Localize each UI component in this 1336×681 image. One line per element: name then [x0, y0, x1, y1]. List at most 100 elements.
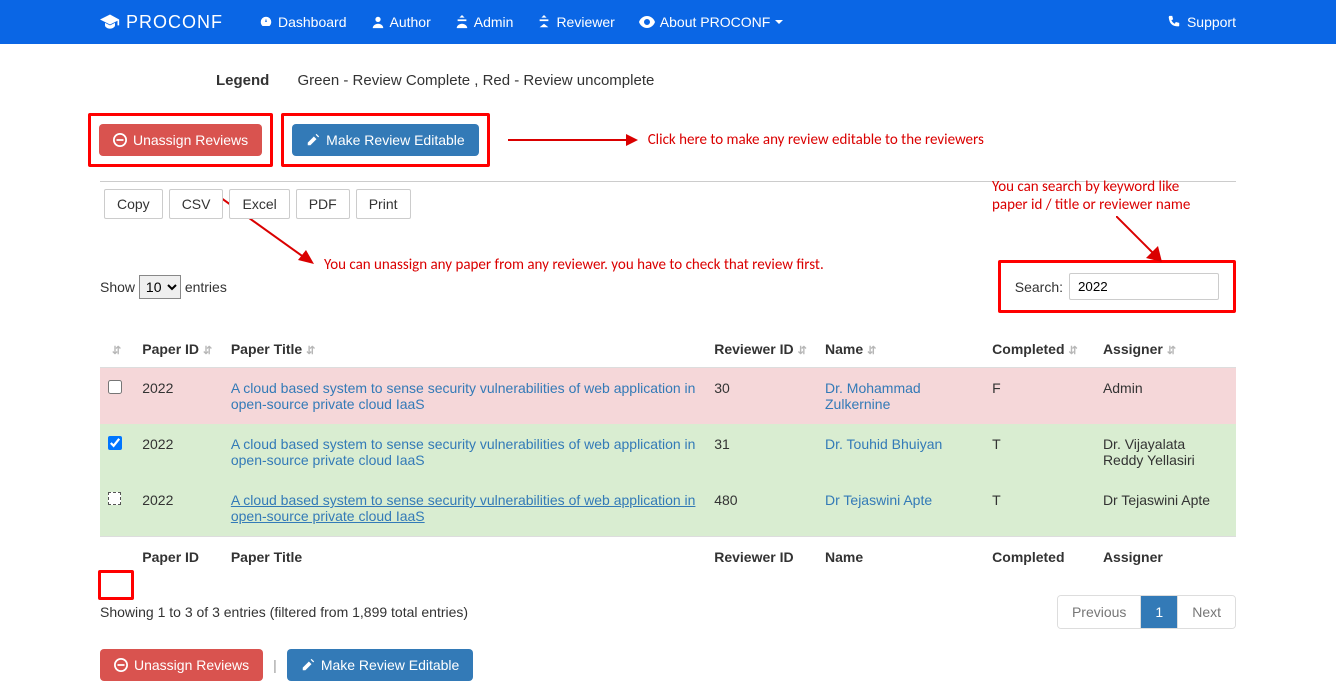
show-label: Show — [100, 279, 135, 295]
phone-icon — [1167, 15, 1181, 29]
nav-dashboard-label: Dashboard — [278, 14, 347, 30]
legend-text: Green - Review Complete , Red - Review u… — [298, 72, 655, 89]
table-foot: Paper ID Paper Title Reviewer ID Name Co… — [100, 537, 1236, 578]
row-checkbox[interactable] — [108, 492, 121, 505]
cell-assigner: Admin — [1095, 368, 1236, 425]
paper-title-link[interactable]: A cloud based system to sense security v… — [231, 492, 696, 524]
nav-support[interactable]: Support — [1167, 14, 1236, 30]
row-checkbox[interactable] — [108, 436, 122, 450]
pdf-button[interactable]: PDF — [296, 189, 350, 219]
minus-circle-icon — [114, 658, 128, 672]
cell-paper-id: 2022 — [134, 424, 223, 480]
annotation-unassign-hint: You can unassign any paper from any revi… — [324, 256, 824, 274]
nav-about[interactable]: About PROCONF — [627, 14, 795, 30]
highlight-unassign: Unassign Reviews — [88, 113, 273, 167]
navbar: PROCONF Dashboard Author Admin Reviewer … — [0, 0, 1336, 44]
print-button[interactable]: Print — [356, 189, 411, 219]
csv-button[interactable]: CSV — [169, 189, 224, 219]
make-editable-button[interactable]: Make Review Editable — [292, 124, 479, 156]
th-paper-title[interactable]: Paper Title⇵ — [223, 331, 706, 368]
make-editable-button-bottom[interactable]: Make Review Editable — [287, 649, 474, 681]
unassign-reviews-button[interactable]: Unassign Reviews — [99, 124, 262, 156]
search-hint-line2: paper id / title or reviewer name — [992, 196, 1190, 214]
nav-items: Dashboard Author Admin Reviewer About PR… — [247, 14, 795, 30]
action-row-top: Unassign Reviews Make Review Editable Cl… — [100, 113, 1236, 167]
excel-button[interactable]: Excel — [229, 189, 289, 219]
edit-icon — [301, 658, 315, 672]
pager-next[interactable]: Next — [1178, 596, 1235, 628]
th-reviewer-id[interactable]: Reviewer ID⇵ — [706, 331, 817, 368]
legend-label: Legend — [216, 72, 269, 89]
nav-about-label: About PROCONF — [660, 14, 770, 30]
reviewer-name-link[interactable]: Dr. Mohammad Zulkernine — [825, 380, 921, 412]
nav-support-label: Support — [1187, 14, 1236, 30]
unassign-label-bottom: Unassign Reviews — [134, 657, 249, 673]
table-panel: Copy CSV Excel PDF Print You can search … — [100, 181, 1236, 681]
eye-icon — [639, 16, 655, 28]
table-row: 2022A cloud based system to sense securi… — [100, 368, 1236, 425]
th-check[interactable]: ⇵ — [100, 331, 134, 368]
export-row: Copy CSV Excel PDF Print — [104, 189, 411, 219]
user-icon — [371, 15, 385, 29]
copy-button[interactable]: Copy — [104, 189, 163, 219]
arrow-diagonal-search-icon — [1116, 216, 1166, 266]
nav-reviewer[interactable]: Reviewer — [525, 14, 626, 30]
brand-text: PROCONF — [126, 12, 223, 33]
tf-reviewer-id: Reviewer ID — [706, 537, 817, 578]
minus-circle-icon — [113, 133, 127, 147]
tf-completed: Completed — [984, 537, 1095, 578]
tf-assigner: Assigner — [1095, 537, 1236, 578]
nav-author[interactable]: Author — [359, 14, 443, 30]
cell-paper-id: 2022 — [134, 480, 223, 537]
reviewer-icon — [537, 15, 551, 29]
legend-row: Legend Green - Review Complete , Red - R… — [216, 72, 1236, 89]
pager: Previous 1 Next — [1057, 595, 1236, 629]
nav-reviewer-label: Reviewer — [556, 14, 614, 30]
cell-reviewer-id: 480 — [706, 480, 817, 537]
brand[interactable]: PROCONF — [100, 12, 223, 33]
th-completed[interactable]: Completed⇵ — [984, 331, 1095, 368]
search-label: Search: — [1015, 279, 1063, 295]
unassign-reviews-button-bottom[interactable]: Unassign Reviews — [100, 649, 263, 681]
nav-admin-label: Admin — [474, 14, 514, 30]
table-head: ⇵ Paper ID⇵ Paper Title⇵ Reviewer ID⇵ Na… — [100, 331, 1236, 368]
th-name[interactable]: Name⇵ — [817, 331, 984, 368]
nav-admin[interactable]: Admin — [443, 14, 526, 30]
annotation-search-hint: You can search by keyword like paper id … — [992, 178, 1232, 214]
search-hint-line1: You can search by keyword like — [992, 178, 1179, 196]
action-row-bottom: Unassign Reviews | Make Review Editable — [100, 649, 1236, 681]
separator: | — [273, 657, 277, 673]
paper-title-link[interactable]: A cloud based system to sense security v… — [231, 436, 696, 468]
editable-label-bottom: Make Review Editable — [321, 657, 460, 673]
tf-name: Name — [817, 537, 984, 578]
table-footer-row: Showing 1 to 3 of 3 entries (filtered fr… — [100, 595, 1236, 629]
paper-title-link[interactable]: A cloud based system to sense security v… — [231, 380, 696, 412]
search-input[interactable] — [1069, 273, 1219, 300]
th-paper-id[interactable]: Paper ID⇵ — [134, 331, 223, 368]
pager-page-1[interactable]: 1 — [1141, 596, 1178, 628]
cell-completed: T — [984, 424, 1095, 480]
highlight-checkbox — [98, 570, 134, 600]
table-info: Showing 1 to 3 of 3 entries (filtered fr… — [100, 604, 468, 620]
table-row: 2022A cloud based system to sense securi… — [100, 424, 1236, 480]
cell-reviewer-id: 30 — [706, 368, 817, 425]
table-row: 2022A cloud based system to sense securi… — [100, 480, 1236, 537]
reviewer-name-link[interactable]: Dr. Touhid Bhuiyan — [825, 436, 942, 452]
annotation-editable-hint: Click here to make any review editable t… — [648, 131, 984, 149]
arrow-right-icon — [508, 130, 638, 150]
nav-dashboard[interactable]: Dashboard — [247, 14, 359, 30]
main-container: Check the review matches with paper id a… — [0, 72, 1336, 681]
tf-paper-title: Paper Title — [223, 537, 706, 578]
th-assigner[interactable]: Assigner⇵ — [1095, 331, 1236, 368]
cell-assigner: Dr. Vijayalata Reddy Yellasiri — [1095, 424, 1236, 480]
entries-select[interactable]: 10 — [139, 275, 181, 299]
table-body: 2022A cloud based system to sense securi… — [100, 368, 1236, 537]
admin-icon — [455, 15, 469, 29]
cell-reviewer-id: 31 — [706, 424, 817, 480]
unassign-label: Unassign Reviews — [133, 132, 248, 148]
row-checkbox[interactable] — [108, 380, 122, 394]
caret-down-icon — [775, 20, 783, 24]
highlight-search: Search: — [998, 260, 1236, 313]
reviewer-name-link[interactable]: Dr Tejaswini Apte — [825, 492, 932, 508]
pager-prev[interactable]: Previous — [1058, 596, 1141, 628]
